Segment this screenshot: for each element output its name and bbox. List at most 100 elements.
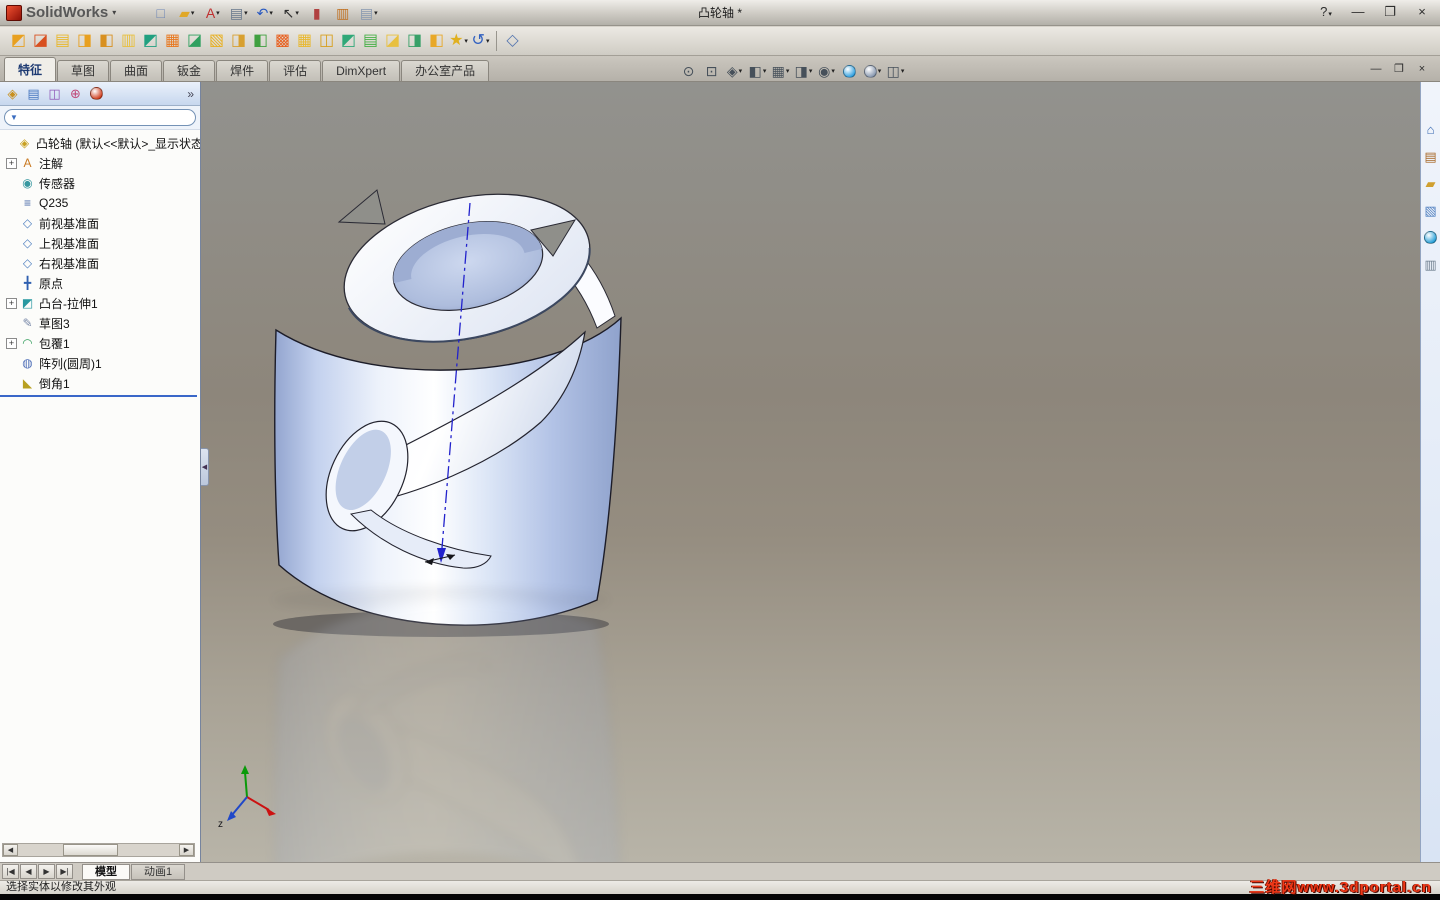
feature-tree-item[interactable]: + A 注解 (0, 153, 200, 173)
command-tab[interactable]: DimXpert (322, 60, 401, 81)
cam-part-model[interactable] (273, 172, 622, 637)
minimize-button[interactable]: — (1346, 2, 1370, 22)
feature-tool-9-icon[interactable]: ◪ (184, 29, 205, 53)
dropdown-caret-icon[interactable]: ▾ (739, 67, 743, 75)
panel-expand-chevron[interactable]: » (187, 87, 197, 101)
annotation-note-icon[interactable]: ▤ ▾ (358, 1, 379, 25)
propertymanager-tab-icon[interactable]: ▤ (24, 84, 43, 104)
sheet-tab[interactable]: 模型 (82, 863, 130, 880)
apply-scene-icon[interactable]: ▾ (862, 59, 883, 83)
feature-tool-11-icon[interactable]: ◨ (228, 29, 249, 53)
rollback-bar[interactable] (0, 395, 197, 397)
feature-tree-item[interactable]: ✎ 草图3 (0, 313, 200, 333)
select-icon[interactable]: ↖ ▾ (280, 1, 301, 25)
feature-tool-15-icon[interactable]: ◫ (316, 29, 337, 53)
featuremanager-tab-icon[interactable]: ◈ (3, 84, 22, 104)
tree-horizontal-scrollbar[interactable]: ◀ ▶ (2, 843, 195, 857)
chevron-down-icon[interactable]: ▾ (112, 8, 116, 17)
reference-book-icon[interactable]: ▥ (332, 1, 353, 25)
dimxpertmanager-tab-icon[interactable]: ⊕ (66, 84, 85, 104)
graphics-viewport[interactable]: z (201, 82, 1420, 862)
command-tab[interactable]: 评估 (269, 60, 322, 81)
feature-tool-2-icon[interactable]: ◪ (30, 29, 51, 53)
magic-wand-icon[interactable]: ★ ▾ (448, 29, 469, 53)
feature-tree-item[interactable]: ◍ 阵列(圆周)1 (0, 353, 200, 373)
feature-tree-item[interactable]: + ◩ 凸台-拉伸1 (0, 293, 200, 313)
sheet-tab[interactable]: 动画1 (131, 863, 186, 880)
zoom-fit-icon[interactable]: ⊙ (678, 59, 699, 83)
scroll-left-arrow[interactable]: ◀ (3, 844, 18, 856)
spline-tool-icon[interactable]: ↺ ▾ (470, 29, 491, 53)
dropdown-caret-icon[interactable]: ▾ (464, 37, 468, 45)
edit-appearance-icon[interactable] (839, 59, 860, 83)
dropdown-caret-icon[interactable]: ▾ (763, 67, 767, 75)
feature-tree-item[interactable]: ◉ 传感器 (0, 173, 200, 193)
command-tab[interactable]: 曲面 (110, 60, 163, 81)
feature-tree-item[interactable]: ◣ 倒角1 (0, 373, 200, 393)
view-orientation-icon[interactable]: ▦ ▾ (770, 59, 791, 83)
dropdown-caret-icon[interactable]: ▾ (244, 9, 248, 17)
doc-close-button[interactable]: × (1414, 61, 1430, 77)
command-tab[interactable]: 草图 (57, 60, 110, 81)
expand-plus-icon[interactable]: + (6, 157, 17, 169)
command-tab[interactable]: 特征 (4, 57, 57, 81)
hide-show-items-icon[interactable]: ◉ ▾ (816, 59, 837, 83)
feature-tree-item[interactable]: ╋ 原点 (0, 273, 200, 293)
doc-minimize-button[interactable]: — (1368, 61, 1384, 77)
dropdown-caret-icon[interactable]: ▾ (486, 37, 490, 45)
feature-tree-root[interactable]: ◈ 凸轮轴 (默认<<默认>_显示状态 (0, 133, 200, 153)
open-icon[interactable]: ▰ ▾ (176, 1, 197, 25)
dropdown-caret-icon[interactable]: ▾ (269, 9, 273, 17)
model-3d-view[interactable]: z (201, 82, 1420, 862)
dropdown-caret-icon[interactable]: ▾ (295, 9, 299, 17)
view-settings-icon[interactable]: ◫ ▾ (885, 59, 906, 83)
displaymanager-tab-icon[interactable] (87, 84, 106, 104)
close-button[interactable]: × (1410, 2, 1434, 22)
file-explorer-icon[interactable]: ▰ (1422, 174, 1440, 192)
feature-tree-item[interactable]: ◇ 前视基准面 (0, 213, 200, 233)
feature-tool-6-icon[interactable]: ▥ (118, 29, 139, 53)
prev-sheet-button[interactable]: ◀ (20, 864, 37, 879)
command-tab[interactable]: 办公室产品 (401, 60, 490, 81)
dropdown-caret-icon[interactable]: ▾ (831, 67, 835, 75)
reference-geometry-icon[interactable]: ◇ (502, 29, 523, 53)
dropdown-caret-icon[interactable]: ▾ (191, 9, 195, 17)
command-tab[interactable]: 钣金 (163, 60, 216, 81)
feature-tool-19-icon[interactable]: ◨ (404, 29, 425, 53)
feature-tool-20-icon[interactable]: ◧ (426, 29, 447, 53)
feature-tool-13-icon[interactable]: ▩ (272, 29, 293, 53)
zoom-area-icon[interactable]: ⊡ (701, 59, 722, 83)
feature-tree-item[interactable]: ≡ Q235 (0, 193, 200, 213)
scroll-right-arrow[interactable]: ▶ (179, 844, 194, 856)
help-button[interactable]: ?▾ (1314, 2, 1338, 22)
feature-tool-1-icon[interactable]: ◩ (8, 29, 29, 53)
feature-tool-16-icon[interactable]: ◩ (338, 29, 359, 53)
design-library-icon[interactable]: ▤ (1422, 147, 1440, 165)
scroll-thumb[interactable] (63, 844, 119, 856)
feature-tool-4-icon[interactable]: ◨ (74, 29, 95, 53)
feature-tree-item[interactable]: ◇ 右视基准面 (0, 253, 200, 273)
dropdown-caret-icon[interactable]: ▾ (786, 67, 790, 75)
print-icon[interactable]: ▤ ▾ (228, 1, 249, 25)
custom-properties-icon[interactable]: ▥ (1422, 255, 1440, 273)
feature-tool-5-icon[interactable]: ◧ (96, 29, 117, 53)
first-sheet-button[interactable]: |◀ (2, 864, 19, 879)
feature-tree-item[interactable]: + ◠ 包覆1 (0, 333, 200, 353)
configurationmanager-tab-icon[interactable]: ◫ (45, 84, 64, 104)
panel-splitter-arrow[interactable]: ◀ (201, 448, 209, 486)
toggle-bar-icon[interactable]: ▮ (306, 1, 327, 25)
dropdown-caret-icon[interactable]: ▾ (809, 67, 813, 75)
feature-tool-3-icon[interactable]: ▤ (52, 29, 73, 53)
expand-plus-icon[interactable]: + (6, 337, 17, 349)
last-sheet-button[interactable]: ▶| (56, 864, 73, 879)
dropdown-caret-icon[interactable]: ▾ (374, 9, 378, 17)
doc-restore-button[interactable]: ❐ (1391, 61, 1407, 77)
spell-check-icon[interactable]: A ▾ (202, 1, 223, 25)
feature-tool-17-icon[interactable]: ▤ (360, 29, 381, 53)
dropdown-caret-icon[interactable]: ▾ (216, 9, 220, 17)
dropdown-caret-icon[interactable]: ▾ (901, 67, 905, 75)
display-style-icon[interactable]: ◨ ▾ (793, 59, 814, 83)
command-tab[interactable]: 焊件 (216, 60, 269, 81)
expand-plus-icon[interactable]: + (6, 297, 17, 309)
scroll-track[interactable] (18, 844, 179, 856)
